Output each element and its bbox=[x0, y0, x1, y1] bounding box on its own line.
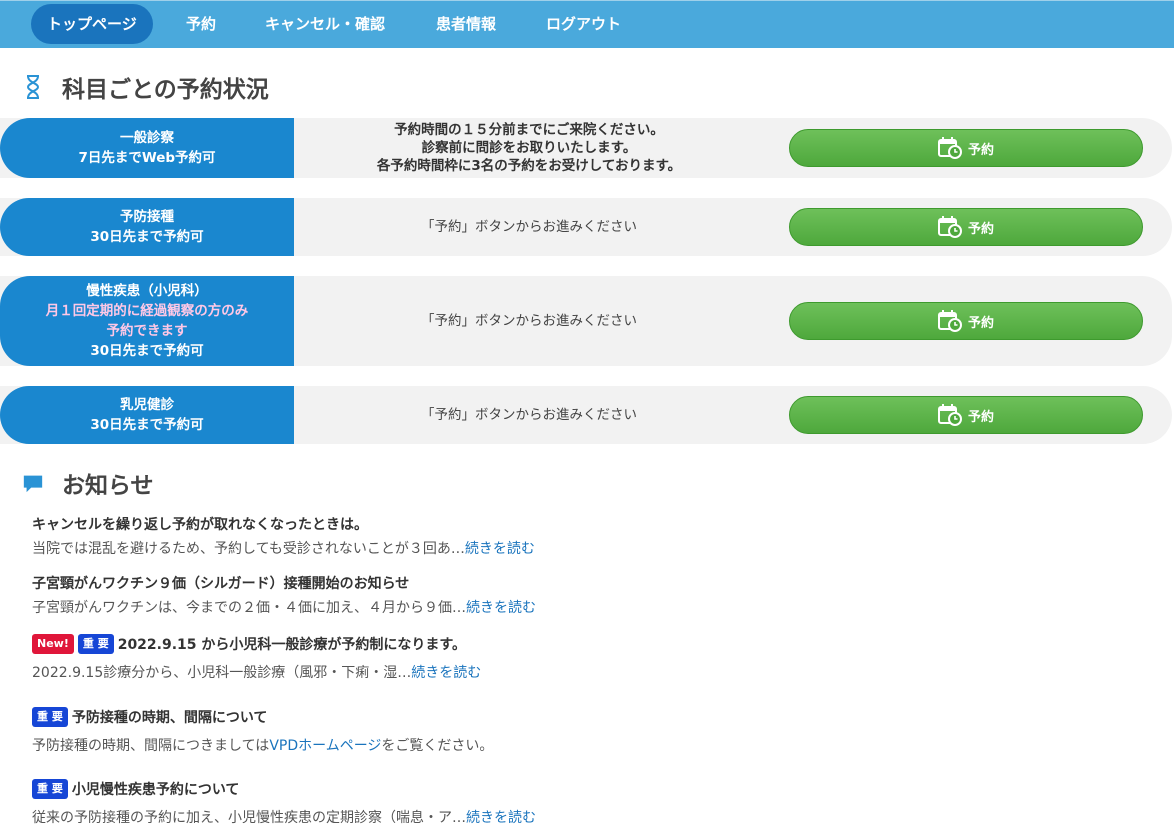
nav-top-page[interactable]: トップページ bbox=[31, 4, 153, 44]
calendar-clock-icon bbox=[937, 137, 962, 159]
reserve-button-chronic[interactable]: 予約 bbox=[789, 302, 1143, 340]
reservation-row-chronic: 慢性疾患（小児科） 月１回定期的に経過観察の方のみ 予約できます 30日先まで予… bbox=[0, 276, 1172, 366]
row-description: 「予約」ボタンからお進みください bbox=[294, 276, 764, 366]
row-label-line: 予防接種 bbox=[120, 209, 174, 225]
row-desc-line: 各予約時間枠に3名の予約をお受けしております。 bbox=[376, 158, 682, 174]
nav-patient-info[interactable]: 患者情報 bbox=[436, 4, 496, 44]
news-excerpt-text: 2022.9.15診療分から、小児科一般診療（風邪・下痢・湿… bbox=[32, 665, 412, 681]
reservation-row-vaccination: 予防接種 30日先まで予約可 「予約」ボタンからお進みください 予約 bbox=[0, 198, 1172, 256]
news-excerpt-text: 子宮頸がんワクチンは、今までの２価・４価に加え、４月から９価… bbox=[32, 600, 466, 616]
important-badge: 重 要 bbox=[32, 779, 68, 799]
row-desc-line: 「予約」ボタンからお進みください bbox=[421, 219, 637, 235]
news-excerpt-text: 予防接種の時期、間隔につきましては bbox=[32, 738, 270, 754]
calendar-clock-icon bbox=[937, 216, 962, 238]
news-excerpt: 従来の予防接種の予約に加え、小児慢性疾患の定期診察（喘息・ア…続きを読む bbox=[32, 807, 1152, 827]
reservation-row-general: 一般診察 7日先までWeb予約可 予約時間の１５分前までにご来院ください。 診察… bbox=[0, 118, 1172, 178]
row-label-line: 一般診察 bbox=[120, 130, 174, 146]
read-more-link[interactable]: 続きを読む bbox=[466, 600, 536, 616]
row-label-note: 予約できます bbox=[106, 323, 188, 339]
nav-reserve[interactable]: 予約 bbox=[186, 4, 216, 44]
hourglass-icon bbox=[22, 74, 44, 100]
news-excerpt-text: をご覧ください。 bbox=[381, 738, 494, 754]
new-badge: New! bbox=[32, 634, 74, 654]
top-nav: トップページ 予約 キャンセル・確認 患者情報 ログアウト bbox=[0, 0, 1174, 48]
row-label: 予防接種 30日先まで予約可 bbox=[0, 198, 294, 256]
news-excerpt-text: 従来の予防接種の予約に加え、小児慢性疾患の定期診察（喘息・ア… bbox=[32, 810, 466, 826]
row-label: 慢性疾患（小児科） 月１回定期的に経過観察の方のみ 予約できます 30日先まで予… bbox=[0, 276, 294, 366]
news-excerpt-text: 当院では混乱を避けるため、予約しても受診されないことが３回あ… bbox=[32, 541, 465, 557]
news-excerpt: 2022.9.15診療分から、小児科一般診療（風邪・下痢・湿…続きを読む bbox=[32, 662, 1152, 682]
news-title: 予防接種の時期、間隔について bbox=[71, 710, 268, 726]
row-label-line: 30日先まで予約可 bbox=[90, 229, 204, 245]
row-desc-line: 診察前に問診をお取りいたします。 bbox=[421, 140, 637, 156]
news-title-row: 重 要 小児慢性疾患予約について bbox=[32, 779, 1152, 799]
nav-logout[interactable]: ログアウト bbox=[546, 4, 621, 44]
calendar-clock-icon bbox=[937, 404, 962, 426]
reserve-button-label: 予約 bbox=[967, 221, 994, 237]
news-item: New! 重 要 2022.9.15 から小児科一般診療が予約制になります。 2… bbox=[32, 634, 1152, 682]
reserve-button-label: 予約 bbox=[967, 315, 994, 331]
row-label-line: 慢性疾患（小児科） bbox=[86, 283, 208, 299]
row-label-line: 30日先まで予約可 bbox=[90, 343, 204, 359]
row-label: 一般診察 7日先までWeb予約可 bbox=[0, 118, 294, 178]
news-title: 小児慢性疾患予約について bbox=[71, 782, 240, 798]
reserve-button-label: 予約 bbox=[967, 142, 994, 158]
news-title-row: 重 要 予防接種の時期、間隔について bbox=[32, 707, 1152, 727]
reserve-button-infant-checkup[interactable]: 予約 bbox=[789, 396, 1143, 434]
reservation-heading-text: 科目ごとの予約状況 bbox=[62, 77, 269, 103]
news-item: 重 要 小児慢性疾患予約について 従来の予防接種の予約に加え、小児慢性疾患の定期… bbox=[32, 779, 1152, 827]
news-item: 子宮頸がんワクチン９価（シルガード）接種開始のお知らせ 子宮頸がんワクチンは、今… bbox=[32, 573, 1152, 617]
read-more-link[interactable]: 続きを読む bbox=[466, 810, 536, 826]
row-desc-line: 「予約」ボタンからお進みください bbox=[421, 407, 637, 423]
news-title: キャンセルを繰り返し予約が取れなくなったときは。 bbox=[32, 517, 368, 533]
row-description: 「予約」ボタンからお進みください bbox=[294, 386, 764, 444]
row-label-line: 乳児健診 bbox=[120, 397, 174, 413]
news-section-heading: お知らせ bbox=[22, 466, 154, 500]
vpd-homepage-link[interactable]: VPDホームページ bbox=[269, 738, 381, 754]
read-more-link[interactable]: 続きを読む bbox=[411, 665, 481, 681]
news-excerpt: 予防接種の時期、間隔につきましてはVPDホームページをご覧ください。 bbox=[32, 735, 1152, 755]
read-more-link[interactable]: 続きを読む bbox=[465, 541, 535, 557]
reserve-button-vaccination[interactable]: 予約 bbox=[789, 208, 1143, 246]
row-label-line: 30日先まで予約可 bbox=[90, 417, 204, 433]
news-title-row: New! 重 要 2022.9.15 から小児科一般診療が予約制になります。 bbox=[32, 634, 1152, 654]
important-badge: 重 要 bbox=[32, 707, 68, 727]
reserve-button-label: 予約 bbox=[967, 409, 994, 425]
nav-cancel-confirm[interactable]: キャンセル・確認 bbox=[265, 4, 385, 44]
row-label-note: 月１回定期的に経過観察の方のみ bbox=[45, 303, 249, 319]
news-title: 2022.9.15 から小児科一般診療が予約制になります。 bbox=[117, 637, 467, 653]
row-desc-line: 予約時間の１５分前までにご来院ください。 bbox=[394, 122, 664, 138]
row-desc-line: 「予約」ボタンからお進みください bbox=[421, 313, 637, 329]
news-excerpt: 当院では混乱を避けるため、予約しても受診されないことが３回あ…続きを読む bbox=[32, 538, 1152, 558]
news-item: 重 要 予防接種の時期、間隔について 予防接種の時期、間隔につきましてはVPDホ… bbox=[32, 707, 1152, 755]
reservation-section-heading: 科目ごとの予約状況 bbox=[22, 70, 269, 104]
row-description: 「予約」ボタンからお進みください bbox=[294, 198, 764, 256]
calendar-clock-icon bbox=[937, 310, 962, 332]
reserve-button-general[interactable]: 予約 bbox=[789, 129, 1143, 167]
row-label-line: 7日先までWeb予約可 bbox=[78, 150, 216, 166]
news-title: 子宮頸がんワクチン９価（シルガード）接種開始のお知らせ bbox=[32, 576, 410, 592]
important-badge: 重 要 bbox=[77, 634, 114, 654]
speech-bubble-icon bbox=[22, 470, 44, 496]
reservation-row-infant-checkup: 乳児健診 30日先まで予約可 「予約」ボタンからお進みください 予約 bbox=[0, 386, 1172, 444]
news-item: キャンセルを繰り返し予約が取れなくなったときは。 当院では混乱を避けるため、予約… bbox=[32, 514, 1152, 558]
news-excerpt: 子宮頸がんワクチンは、今までの２価・４価に加え、４月から９価…続きを読む bbox=[32, 597, 1152, 617]
news-heading-text: お知らせ bbox=[62, 473, 154, 499]
row-label: 乳児健診 30日先まで予約可 bbox=[0, 386, 294, 444]
row-description: 予約時間の１５分前までにご来院ください。 診察前に問診をお取りいたします。 各予… bbox=[294, 118, 764, 178]
